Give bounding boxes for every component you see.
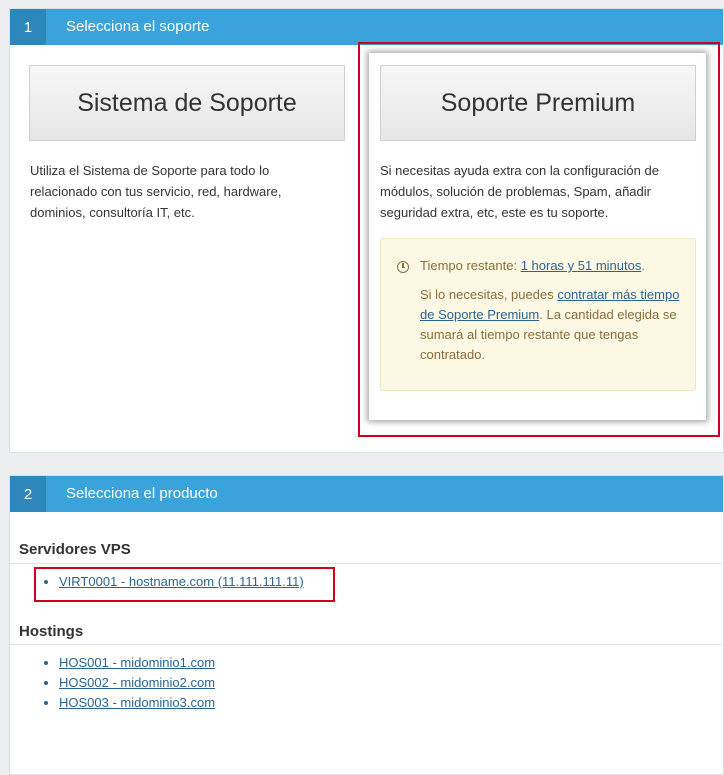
- product-link[interactable]: HOS001 - midominio1.com: [59, 655, 215, 670]
- step-number: 1: [10, 9, 46, 45]
- product-panel: 2 Selecciona el producto: [9, 475, 724, 775]
- product-panel-header: 2 Selecciona el producto: [10, 476, 723, 512]
- support-system-description: Utiliza el Sistema de Soporte para todo …: [30, 163, 282, 220]
- step-title: Selecciona el soporte: [66, 18, 210, 35]
- product-link[interactable]: HOS003 - midominio3.com: [59, 695, 215, 710]
- list-item: HOS002 - midominio2.com: [59, 673, 215, 693]
- group-title-hostings: Hostings: [19, 623, 84, 640]
- support-panel-header: 1 Selecciona el soporte: [10, 9, 723, 45]
- divider: [10, 644, 724, 645]
- list-item: HOS003 - midominio3.com: [59, 693, 215, 713]
- step-title: Selecciona el producto: [66, 485, 218, 502]
- hosting-list: HOS001 - midominio1.com HOS002 - midomin…: [40, 653, 215, 713]
- group-title-vps: Servidores VPS: [19, 541, 131, 558]
- vps-highlight-box: [34, 567, 335, 602]
- support-system-button[interactable]: Sistema de Soporte: [29, 65, 345, 141]
- divider: [10, 563, 724, 564]
- premium-highlight-box: [358, 42, 720, 437]
- product-link[interactable]: HOS002 - midominio2.com: [59, 675, 215, 690]
- step-number: 2: [10, 476, 46, 512]
- list-item: HOS001 - midominio1.com: [59, 653, 215, 673]
